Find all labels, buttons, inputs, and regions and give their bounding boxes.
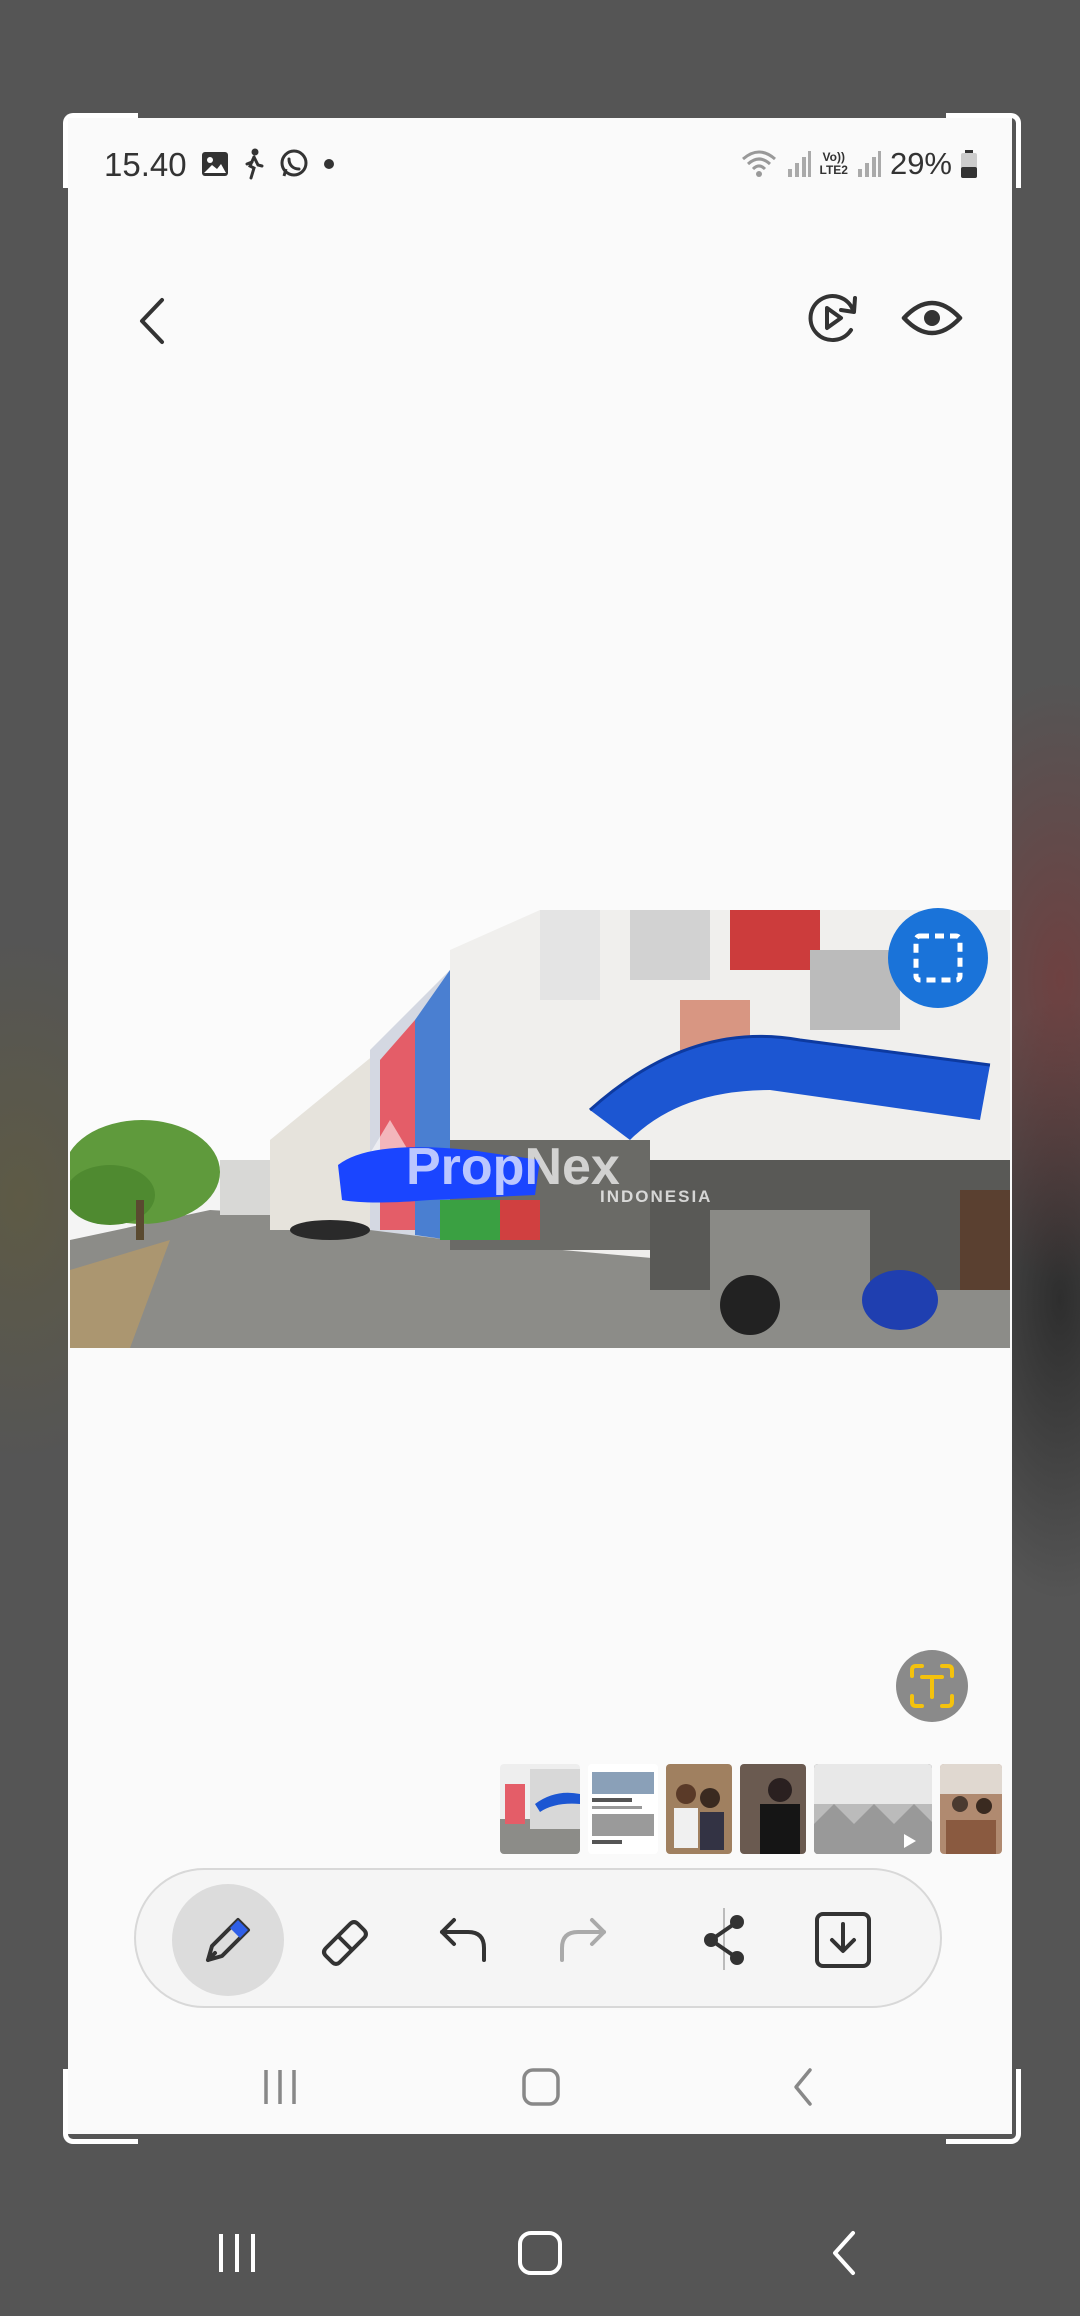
signal-icon — [857, 151, 881, 177]
battery-percentage: 29% — [889, 146, 952, 181]
pen-icon — [206, 1918, 250, 1962]
extract-text-button[interactable] — [896, 1650, 968, 1722]
volte-icon: Vo)) LTE2 — [819, 150, 848, 177]
thumbnail-item[interactable] — [940, 1764, 1002, 1854]
gallery-icon — [202, 152, 228, 176]
system-navigation-bar — [0, 2206, 1080, 2296]
preview-button[interactable] — [900, 288, 964, 348]
thumbnail-item[interactable] — [588, 1764, 658, 1854]
restaurant-photo — [940, 1764, 1002, 1854]
back-button[interactable] — [128, 286, 178, 356]
dot-icon — [324, 159, 334, 169]
person-photo — [740, 1764, 806, 1854]
share-icon — [704, 1915, 744, 1965]
system-home-button[interactable] — [515, 2228, 565, 2283]
home-icon — [522, 2068, 560, 2106]
activity-icon — [245, 148, 264, 180]
wifi-icon — [741, 150, 776, 177]
undo-icon — [440, 1918, 486, 1962]
eraser-icon — [322, 1920, 368, 1966]
street-photo: PropNex INDONESIA — [70, 910, 1010, 1348]
edit-toolbar — [134, 1868, 942, 2008]
watermark-brand: PropNex — [406, 1138, 620, 1196]
thumbnail-item[interactable] — [740, 1764, 806, 1854]
network-label: LTE2 — [819, 163, 848, 177]
listing-screenshot — [588, 1764, 658, 1854]
text-extract-icon — [910, 1664, 954, 1708]
redo-icon — [560, 1918, 606, 1962]
tiled-floor-photo — [814, 1764, 932, 1854]
recents-button[interactable] — [258, 2066, 302, 2113]
smart-select-button[interactable] — [888, 908, 988, 1008]
inner-navigation-bar — [68, 2048, 1012, 2128]
nav-back-button[interactable] — [788, 2066, 818, 2113]
replay-icon — [808, 294, 857, 343]
system-back-button[interactable] — [825, 2228, 861, 2283]
thumbnail-item[interactable] — [500, 1764, 580, 1854]
group-photo — [666, 1764, 732, 1854]
undo-button[interactable] — [408, 1884, 520, 1996]
back-icon — [140, 298, 164, 344]
status-time: 15.40 — [104, 146, 187, 183]
battery-icon — [961, 150, 977, 178]
home-button[interactable] — [520, 2066, 562, 2113]
home-icon — [518, 2231, 562, 2275]
share-button[interactable] — [669, 1884, 781, 1996]
recents-icon — [264, 2070, 296, 2104]
whatsapp-icon — [280, 149, 308, 177]
thumbnail-item[interactable] — [814, 1764, 932, 1854]
thumbnail-item[interactable] — [666, 1764, 732, 1854]
back-arrow-icon — [833, 2231, 855, 2275]
eye-icon — [901, 300, 963, 336]
watermark-sub: INDONESIA — [600, 1187, 712, 1206]
pen-tool-button[interactable] — [172, 1884, 284, 1996]
status-bar: 15.40 Vo)) LTE2 29% — [68, 118, 1012, 214]
eraser-tool-button[interactable] — [290, 1884, 402, 1996]
replay-button[interactable] — [803, 288, 863, 348]
recents-icon — [219, 2234, 255, 2272]
recent-screenshots-strip — [500, 1764, 1002, 1854]
save-button[interactable] — [787, 1884, 899, 1996]
screenshot-image[interactable]: PropNex INDONESIA — [70, 910, 1010, 1348]
redo-button[interactable] — [526, 1884, 638, 1996]
back-arrow-icon — [794, 2068, 812, 2106]
download-icon — [815, 1912, 871, 1968]
system-recents-button[interactable] — [212, 2228, 262, 2283]
signal-icon — [787, 151, 811, 177]
screenshot-editor: 15.40 Vo)) LTE2 29% PropNex INDONESIA — [68, 118, 1012, 2134]
selection-icon — [913, 933, 963, 983]
street-photo — [500, 1764, 580, 1854]
